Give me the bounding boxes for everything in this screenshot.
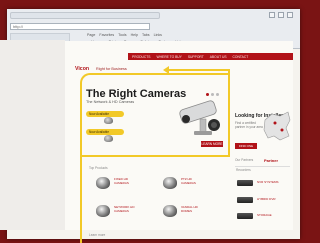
hero-title: The Right Cameras [86,88,187,100]
pager-dot[interactable] [211,93,214,96]
menu-item[interactable]: Tabs [142,33,150,39]
pager-dot[interactable] [206,93,209,96]
minimize-icon[interactable] [269,12,275,18]
maximize-icon[interactable] [278,12,284,18]
divider [235,166,290,167]
camera-icon [96,177,110,189]
bullet-camera-icon [179,100,220,135]
learn-more-button[interactable]: LEARN MORE [201,141,223,147]
dome-camera-icon [104,117,113,124]
site-nav: PRODUCTS WHERE TO BUY SUPPORT ABOUT US C… [128,53,293,60]
grid-label: Recorders [236,168,251,172]
arrow-left-icon [163,66,169,74]
footer-label[interactable]: Learn more [89,233,105,237]
menu-bar: Page Favorites Tools Help Tabs Links [87,33,162,39]
product-link[interactable]: FIXED HD CAMERAS [114,177,138,185]
nav-item[interactable]: CONTACT [233,55,249,59]
nav-item[interactable]: SUPPORT [188,55,204,59]
hero-badge[interactable]: Now Available [86,129,124,135]
product-link[interactable]: VANDAL HD DOMES [181,205,205,213]
dome-camera-icon [163,205,177,217]
installers-text: Find a certified partner in your area [235,121,263,129]
partners-label: Our Partners [235,158,254,162]
camera-icon [163,177,177,189]
world-map-icon [263,111,291,141]
pager-dot[interactable] [216,93,219,96]
page-margin [0,40,65,230]
address-bar[interactable]: http:// [10,23,150,30]
recorder-icon [237,180,253,186]
recorder-icon [237,197,253,203]
hero-badge[interactable]: Now Available [86,111,124,117]
menu-item[interactable]: Favorites [99,33,114,39]
find-installer-button[interactable]: FIND ONE [235,143,257,149]
product-link[interactable]: NVR SYSTEMS [257,180,281,185]
browser-title-bar [10,12,160,19]
camera-icon [96,205,110,217]
grid-label: Top Products [89,166,108,170]
product-link[interactable]: NETWORK HD CAMERAS [114,205,138,213]
partner-logo[interactable]: Partner [264,158,278,163]
accent-line [168,69,230,71]
menu-item[interactable]: Tools [118,33,126,39]
close-icon[interactable] [287,12,293,18]
address-text: http:// [13,24,24,29]
nav-item[interactable]: PRODUCTS [132,55,151,59]
dome-camera-icon [104,135,113,142]
recorder-icon [237,213,253,219]
nav-item[interactable]: WHERE TO BUY [157,55,182,59]
menu-item[interactable]: Help [131,33,138,39]
product-link[interactable]: HYBRID DVR [257,197,281,202]
carousel-pager [206,93,219,96]
hero-subtitle: The Network & HD Cameras [86,100,135,104]
product-link[interactable]: STORAGE [257,213,281,218]
product-link[interactable]: PTZ HD CAMERAS [181,177,205,185]
site-tagline: Right for Business [96,67,127,71]
menu-item[interactable]: Page [87,33,95,39]
menu-item[interactable]: Links [154,33,162,39]
site-logo[interactable]: Vicon [75,66,89,72]
nav-item[interactable]: ABOUT US [210,55,227,59]
